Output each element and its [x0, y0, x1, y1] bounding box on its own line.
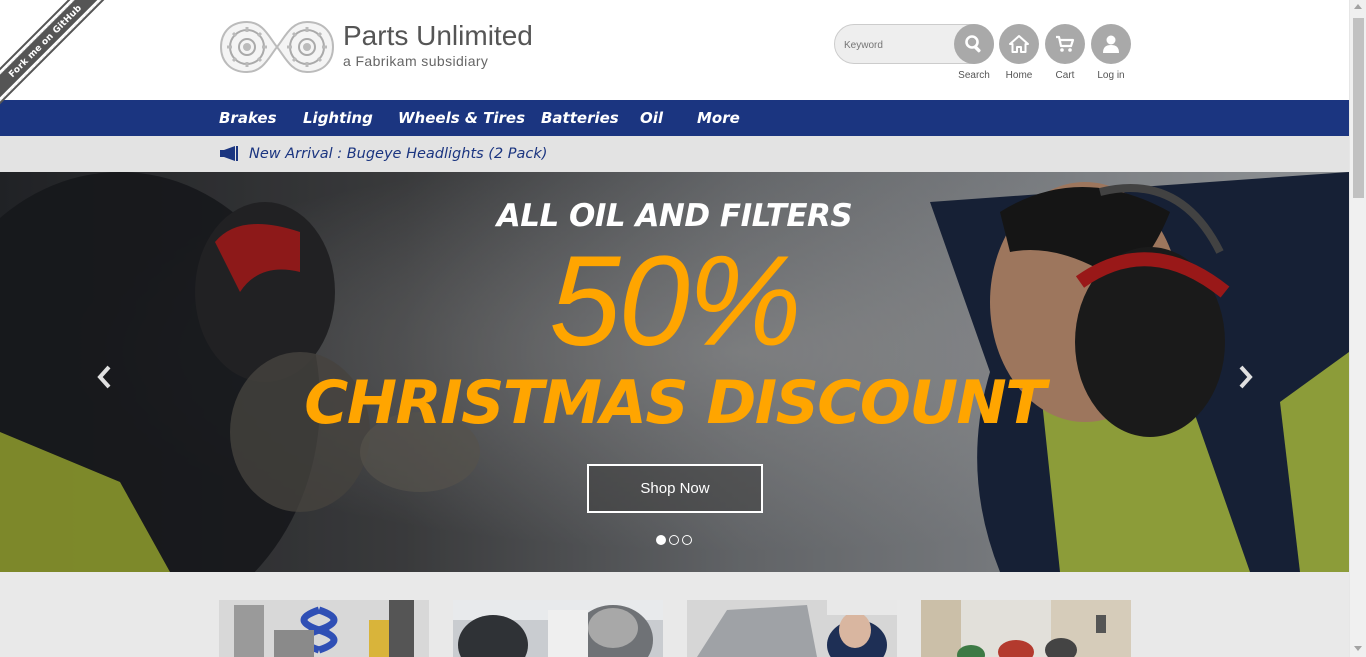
search-input[interactable] — [844, 37, 954, 53]
brand-title[interactable]: Parts Unlimited — [343, 20, 533, 52]
category-nav: Brakes Lighting Wheels & Tires Batteries… — [0, 100, 1366, 136]
carousel-dot[interactable] — [682, 535, 692, 545]
announcement-link[interactable]: New Arrival : Bugeye Headlights (2 Pack) — [249, 136, 547, 172]
search-button[interactable] — [954, 24, 994, 64]
gears-logo[interactable] — [219, 19, 335, 75]
home-icon — [1009, 35, 1029, 53]
fork-ribbon[interactable]: Fork me on GitHub — [0, 0, 110, 110]
category-image-driver[interactable] — [453, 600, 663, 657]
search-icon — [965, 35, 981, 53]
fork-ribbon-label[interactable]: Fork me on GitHub — [0, 0, 110, 109]
scroll-up-arrow[interactable] — [1354, 4, 1362, 9]
user-icon — [1103, 35, 1119, 53]
nav-item-lighting[interactable]: Lighting — [303, 100, 373, 136]
login-label[interactable]: Log in — [1086, 70, 1136, 81]
nav-item-batteries[interactable]: Batteries — [541, 100, 619, 136]
hero-carousel: ALL OIL AND FILTERS 50% CHRISTMAS DISCOU… — [0, 172, 1349, 572]
brand-subtitle: a Fabrikam subsidiary — [343, 53, 489, 69]
page-scrollbar[interactable] — [1349, 0, 1366, 657]
chevron-right-icon[interactable] — [1236, 364, 1256, 390]
nav-item-brakes[interactable]: Brakes — [219, 100, 277, 136]
login-button[interactable] — [1091, 24, 1131, 64]
shop-now-button[interactable]: Shop Now — [587, 464, 763, 513]
category-thumbnails — [0, 572, 1349, 657]
brand[interactable]: Parts Unlimited a Fabrikam subsidiary — [343, 20, 533, 69]
cart-label[interactable]: Cart — [1040, 70, 1090, 81]
announcement-bar: New Arrival : Bugeye Headlights (2 Pack) — [0, 136, 1366, 172]
category-image-street[interactable] — [921, 600, 1131, 657]
scroll-down-arrow[interactable] — [1354, 646, 1362, 651]
hero-headline: ALL OIL AND FILTERS — [496, 198, 853, 234]
cart-button[interactable] — [1045, 24, 1085, 64]
category-image-suspension[interactable] — [219, 600, 429, 657]
nav-item-wheels-tires[interactable]: Wheels & Tires — [398, 100, 525, 136]
scroll-thumb[interactable] — [1353, 18, 1364, 198]
category-image-engine[interactable] — [687, 600, 897, 657]
carousel-dot[interactable] — [669, 535, 679, 545]
fork-ribbon-band[interactable]: Fork me on GitHub — [0, 0, 110, 109]
home-button[interactable] — [999, 24, 1039, 64]
carousel-dot[interactable] — [656, 535, 666, 545]
search-label: Search — [958, 70, 990, 81]
hero-discount: CHRISTMAS DISCOUNT — [304, 368, 1046, 438]
megaphone-icon — [220, 146, 238, 161]
nav-item-more[interactable]: More — [697, 100, 740, 136]
carousel-indicators — [656, 535, 692, 545]
nav-item-oil[interactable]: Oil — [640, 100, 663, 136]
page: Fork me on GitHub Parts Unlimited a Fabr… — [0, 0, 1366, 657]
chevron-left-icon[interactable] — [94, 364, 114, 390]
cart-icon — [1056, 35, 1075, 52]
home-label[interactable]: Home — [994, 70, 1044, 81]
hero-percent: 50% — [549, 230, 801, 373]
site-header: Parts Unlimited a Fabrikam subsidiary Se… — [0, 0, 1366, 100]
